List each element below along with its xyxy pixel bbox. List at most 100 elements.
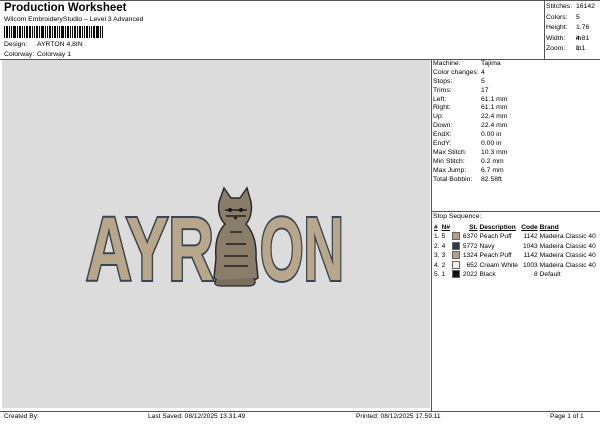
row-code: 1043	[523, 242, 538, 250]
machine-panel: Machine: Tajima Color changes: 4 Stops: 5 Trim…	[433, 60, 593, 184]
machine-row: Stops: 5	[433, 78, 593, 87]
header-brand: Brand	[539, 224, 559, 231]
footer-printed: Printed: 08/12/2025 17.59.11	[356, 413, 441, 420]
machine-label: Max Jump:	[433, 166, 467, 174]
machine-value: 17	[481, 86, 489, 94]
colorway-row: Colorway: Colorway 1	[4, 51, 71, 58]
row-num: 1.	[434, 233, 440, 240]
machine-value: 4	[481, 68, 485, 76]
color-swatch	[452, 270, 461, 279]
stop-sequence-header: # N# St. Description Code Brand	[433, 223, 598, 232]
stat-stitches: Stitches: 16142	[546, 3, 595, 10]
machine-row: EndX: 0.00 in	[433, 131, 593, 140]
row-stitches: 1324	[462, 252, 478, 259]
machine-label: Right:	[433, 104, 451, 112]
row-n: 4	[441, 242, 446, 250]
header-description: Description	[479, 224, 516, 231]
machine-row: Machine: Tajima	[433, 60, 593, 69]
header-n: N#	[441, 224, 451, 231]
row-swatch-cell	[451, 241, 461, 252]
machine-value: 22.4 mm	[481, 113, 508, 121]
machine-label: Min Stitch:	[433, 157, 465, 165]
row-num: 2.	[434, 242, 440, 250]
row-n: 3	[441, 252, 446, 259]
machine-value: 22.4 mm	[481, 122, 508, 130]
machine-value: 61.1 mm	[481, 104, 508, 112]
stop-sequence-row: 3. 3 1324 Peach Puff 1142 Madeira Classic 40	[433, 251, 598, 261]
machine-value: 0.00 in	[481, 140, 502, 148]
software-subtitle: Wilcom EmbroideryStudio – Level 3 Advanc…	[4, 16, 144, 23]
machine-row: Color changes: 4	[433, 69, 593, 78]
footer-divider	[0, 411, 600, 412]
row-n: 2	[441, 261, 446, 269]
colorway-value: Colorway 1	[37, 51, 71, 58]
stop-sequence-row: 2. 4 5772 Navy 1043 Madeira Classic 40	[433, 241, 598, 252]
design-text-left: AYR	[86, 200, 214, 300]
row-brand: Madeira Classic 40	[539, 233, 596, 240]
machine-label: Stops:	[433, 77, 453, 85]
cat-figure	[213, 186, 259, 287]
header-num: #	[434, 224, 438, 231]
design-row: Design: AYRTON 4,8IN	[4, 41, 83, 48]
machine-value: 0.00 in	[481, 131, 502, 139]
machine-value: 0.2 mm	[481, 157, 504, 165]
machine-label: EndY:	[433, 140, 452, 148]
row-num: 5.	[434, 271, 440, 278]
row-stitches: 2022	[462, 271, 478, 278]
header-swatch	[451, 223, 461, 232]
row-swatch-cell	[451, 270, 461, 280]
row-stitches: 5772	[462, 242, 478, 250]
machine-row: Right: 61.1 mm	[433, 104, 593, 113]
row-description: Cream White	[479, 261, 518, 269]
row-swatch-cell	[451, 251, 461, 261]
stat-zoom: Zoom: 1:1	[546, 45, 586, 52]
color-swatch	[452, 232, 461, 241]
machine-value: 6.7 mm	[481, 166, 504, 174]
machine-row: Max Jump: 6.7 mm	[433, 167, 593, 176]
stop-sequence-title: Stop Sequence:	[433, 213, 482, 220]
row-brand: Madeira Classic 40	[539, 261, 596, 269]
stat-colors: Colors: 5	[546, 13, 580, 21]
row-n: 1	[441, 271, 446, 278]
stats-panel: Stitches: 16142 Colors: 5 Height: 1.76 in W…	[546, 2, 595, 55]
row-description: Black	[479, 271, 496, 278]
stat-height: Height: 1.76 in	[546, 24, 590, 42]
row-brand: Default	[539, 271, 561, 278]
machine-value: Tajima	[481, 60, 501, 67]
row-code: 1142	[523, 233, 538, 240]
machine-value: 10.3 mm	[481, 148, 508, 156]
row-description: Peach Puff	[479, 252, 512, 259]
row-description: Navy	[479, 242, 495, 250]
machine-label: EndX:	[433, 131, 452, 139]
footer-page: Page 1 of 1	[550, 413, 584, 420]
color-swatch	[452, 251, 461, 260]
row-n: 5	[441, 233, 446, 240]
machine-row: Up: 22.4 mm	[433, 113, 593, 122]
design-text-right: ON	[260, 200, 344, 300]
design-label: Design:	[4, 41, 28, 48]
color-swatch	[452, 260, 461, 269]
barcode	[4, 26, 104, 38]
design-preview: AYR ON	[2, 60, 430, 408]
machine-label: Left:	[433, 95, 447, 103]
machine-value: 61.1 mm	[481, 95, 508, 103]
stat-width: Width: 4.81 in	[546, 34, 590, 53]
row-num: 4.	[434, 261, 440, 269]
machine-label: Color changes:	[433, 68, 479, 76]
machine-value: 82.58ft	[481, 175, 502, 183]
stats-divider	[544, 0, 545, 59]
stop-sequence-table: # N# St. Description Code Brand 1. 5 6370 P…	[433, 223, 598, 280]
stop-sequence-row: 1. 5 6370 Peach Puff 1142 Madeira Classic 40	[433, 232, 598, 242]
row-swatch-cell	[451, 232, 461, 242]
panel-divider	[431, 59, 432, 411]
stop-sequence-row: 4. 2 652 Cream White 1003 Madeira Classic 40	[433, 260, 598, 271]
machine-row: Total Bobbin: 82.58ft	[433, 176, 593, 185]
row-stitches: 6370	[462, 233, 478, 240]
machine-label: Down:	[433, 122, 453, 130]
machine-row: Max Stitch: 10.3 mm	[433, 149, 593, 158]
stop-sequence-row: 5. 1 2022 Black 8 Default	[433, 270, 598, 280]
page-title: Production Worksheet	[4, 2, 127, 14]
row-code: 1003	[523, 261, 538, 269]
row-num: 3.	[434, 252, 440, 259]
row-stitches: 652	[466, 261, 478, 269]
